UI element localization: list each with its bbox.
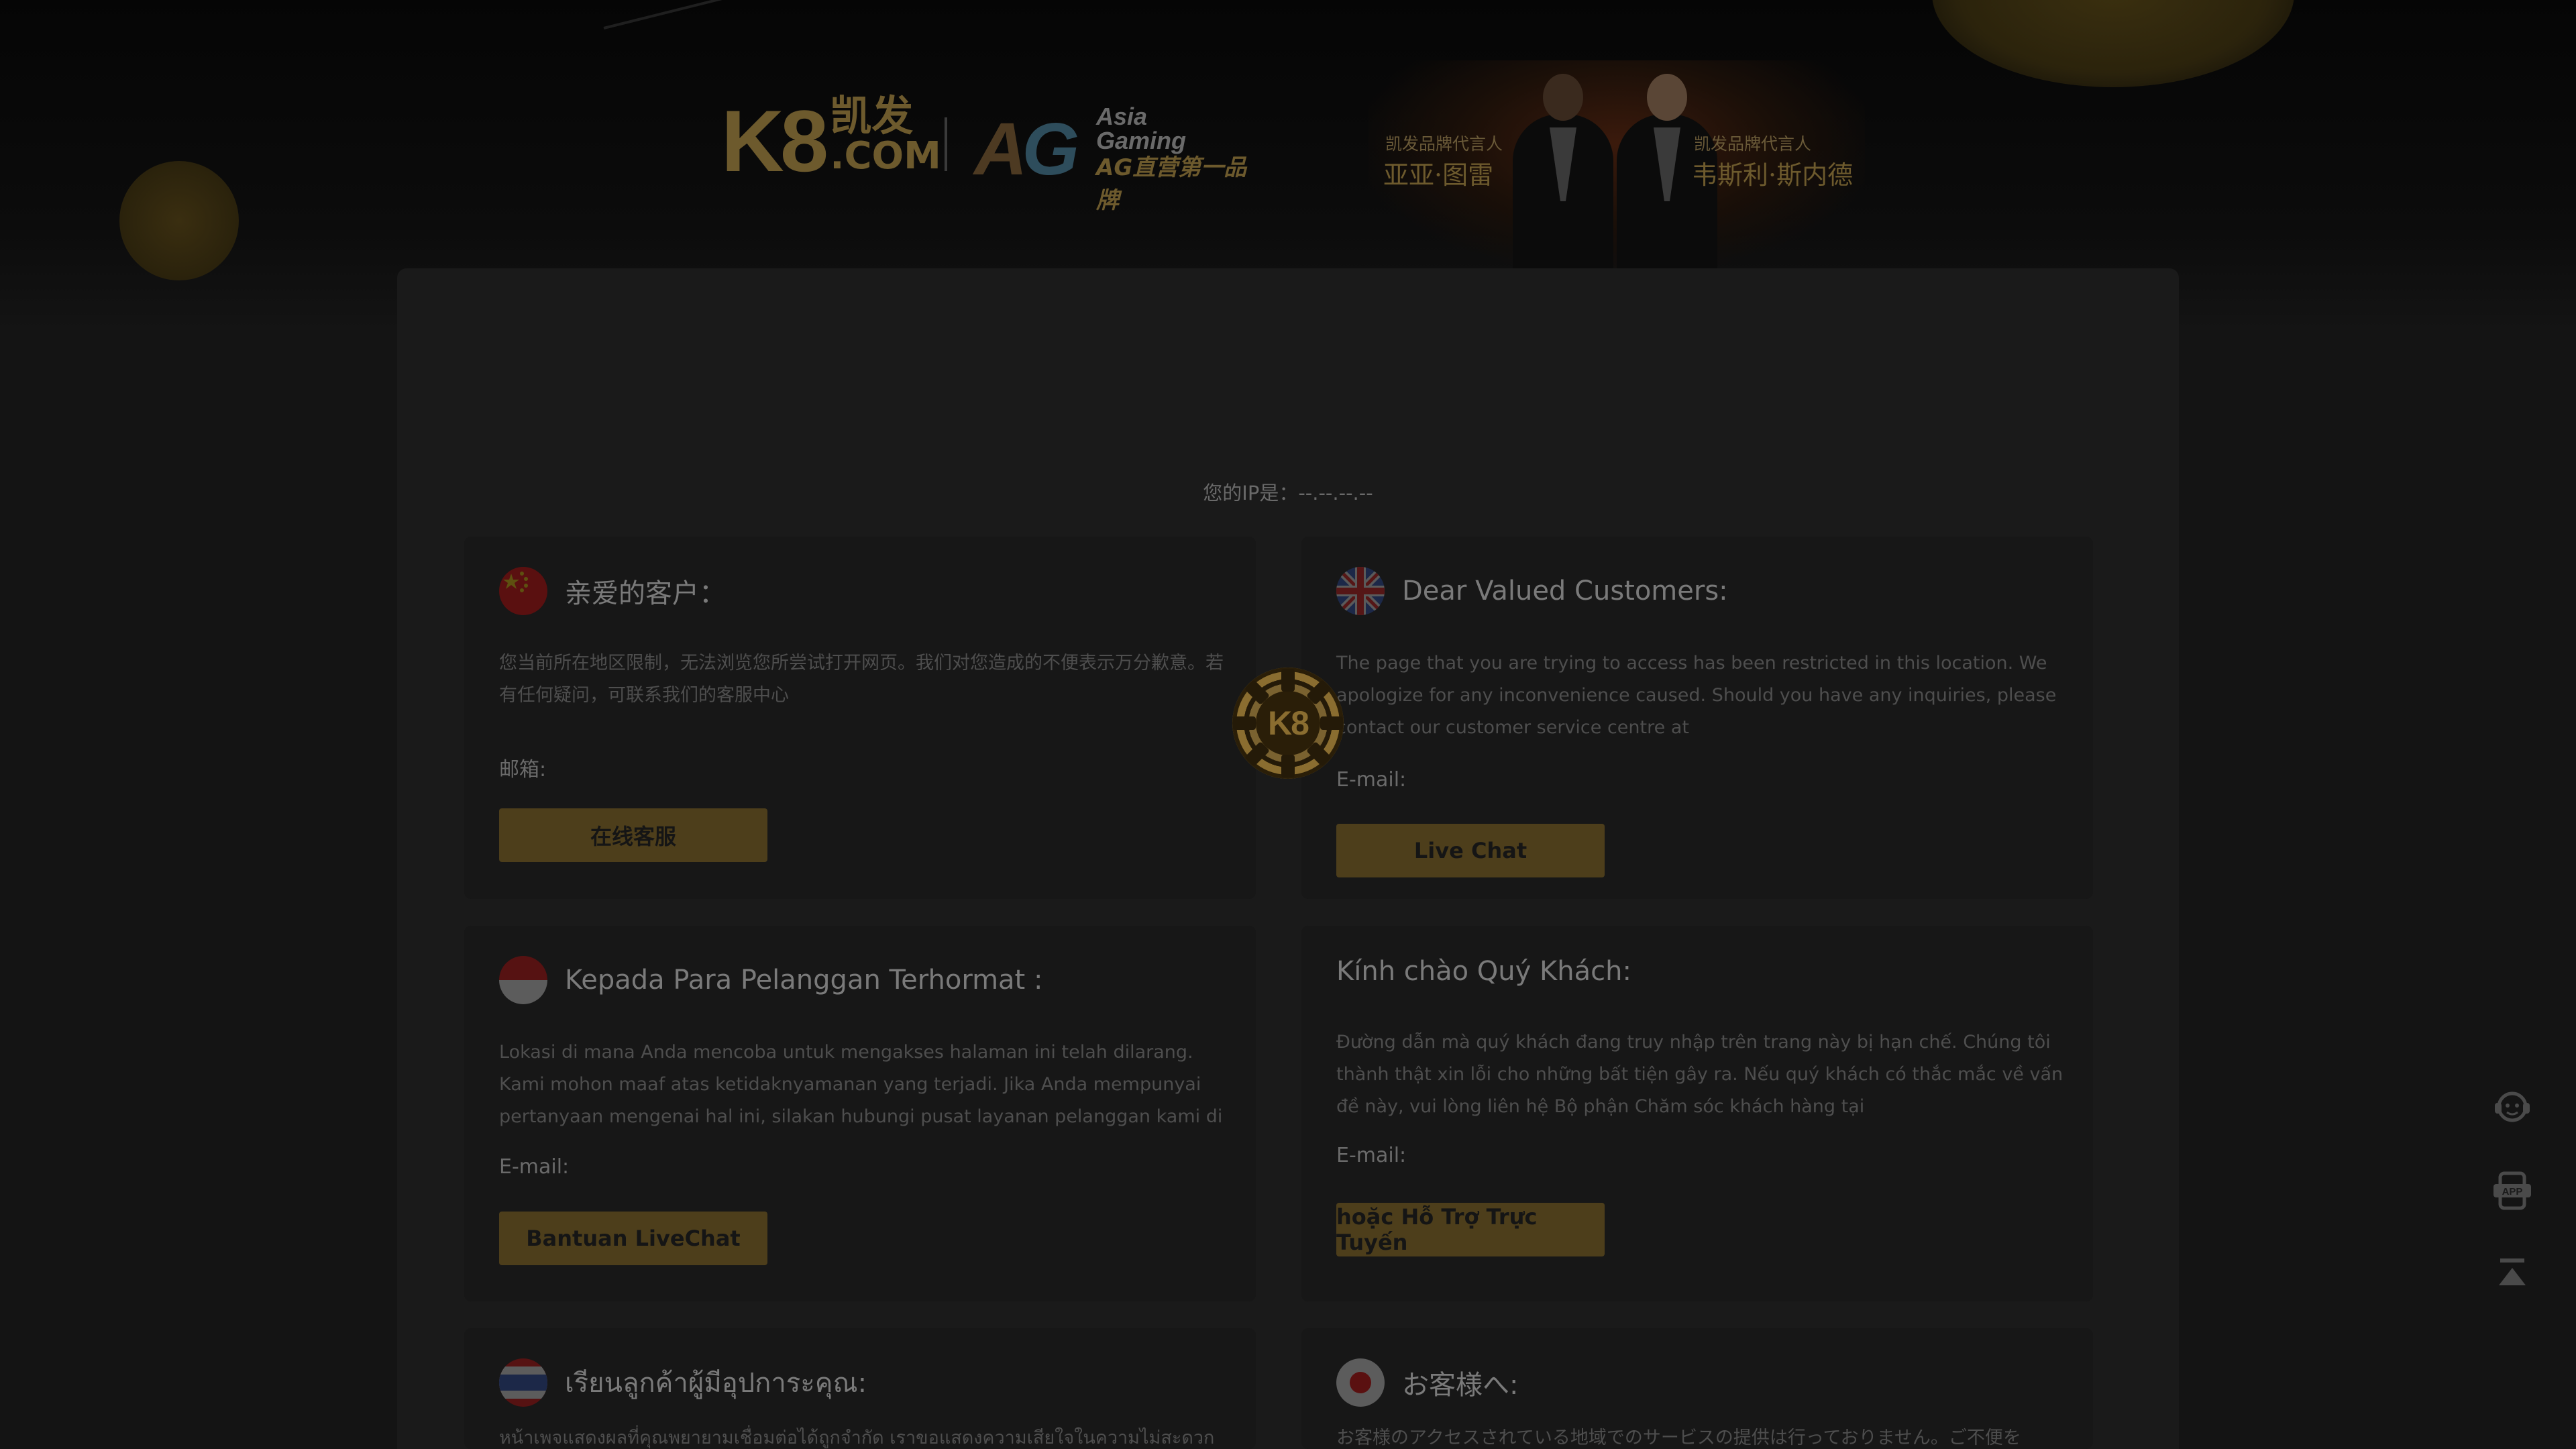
back-to-top-icon[interactable]: [2485, 1246, 2539, 1300]
email-label: E-mail:: [1336, 1144, 1407, 1167]
notice-card-indonesian: Kepada Para Pelanggan Terhormat : Lokasi…: [464, 926, 1256, 1301]
app-icon-label: APP: [2502, 1186, 2523, 1197]
ag-logo-line1: Asia: [1096, 103, 1148, 130]
japan-flag-icon: [1336, 1358, 1385, 1407]
ambassador-name: 韦斯利·斯内德: [1692, 160, 1854, 190]
card-title: Dear Valued Customers:: [1402, 576, 1728, 606]
card-body: Lokasi di mana Anda mencoba untuk mengak…: [499, 1042, 1223, 1127]
notice-card-english: Dear Valued Customers: The page that you…: [1301, 537, 2093, 899]
notice-card-chinese: 亲爱的客户： 您当前所在地区限制，无法浏览您所尝试打开网页。我们对您造成的不便表…: [464, 537, 1256, 899]
ag-logo-slogan: AG直营第一品牌: [1096, 154, 1247, 214]
card-title: お客様へ:: [1402, 1370, 1519, 1401]
decorative-circle: [1932, 0, 2294, 87]
ambassador-photo: [1513, 74, 1613, 268]
ambassador-label: 凯发品牌代言人: [1385, 134, 1503, 154]
ip-address: 您的IP是：--.--.--.--: [1203, 482, 1373, 504]
ag-logo: AG Asia Gaming AG直营第一品牌: [974, 101, 1269, 215]
email-label: E-mail:: [499, 1155, 570, 1179]
email-label: 邮箱:: [499, 758, 547, 782]
card-title: 亲爱的客户：: [565, 578, 726, 609]
ambassador-label: 凯发品牌代言人: [1694, 134, 1812, 154]
app-icon[interactable]: APP: [2485, 1164, 2539, 1218]
card-body: The page that you are trying to access h…: [1336, 653, 2057, 738]
live-chat-button[interactable]: hoặc Hỗ Trợ Trực Tuyến: [1336, 1203, 1605, 1256]
china-flag-icon: [499, 567, 547, 615]
k8-logo-mark: K8: [721, 92, 828, 190]
k8-logo-com: .COM: [830, 134, 941, 178]
support-icon[interactable]: [2485, 1080, 2539, 1134]
k8-logo-cn: 凯发: [830, 91, 914, 140]
card-body: 您当前所在地区限制，无法浏览您所尝试打开网页。我们对您造成的不便表示万分歉意。若…: [499, 653, 1224, 706]
card-title: เรียนลูกค้าผู้มีอุปการะคุณ:: [565, 1368, 867, 1399]
card-body: お客様のアクセスされている地域でのサービスの提供は行っておりません。ご不便を: [1336, 1428, 2021, 1448]
ambassador-name: 亚亚·图雷: [1383, 160, 1494, 190]
live-chat-button[interactable]: Bantuan LiveChat: [499, 1212, 767, 1265]
k8-logo[interactable]: K8 凯发 .COM: [721, 92, 941, 190]
live-chat-button[interactable]: 在线客服: [499, 808, 767, 862]
ag-logo-mark: AG: [974, 108, 1079, 191]
live-chat-button[interactable]: Live Chat: [1336, 824, 1605, 877]
card-body: หน้าเพจแสดงผลที่คุณพยายามเชื่อมต่อได้ถูก…: [499, 1428, 1215, 1448]
notice-card-vietnamese: Kính chào Quý Khách: Đường dẫn mà quý kh…: [1301, 926, 2093, 1301]
k8-loading-chip-icon: K8: [1232, 667, 1344, 779]
email-label: E-mail:: [1336, 768, 1407, 792]
indonesia-flag-icon: [499, 956, 547, 1004]
notice-card-japanese: お客様へ: お客様のアクセスされている地域でのサービスの提供は行っておりません。…: [1301, 1328, 2093, 1449]
card-title: Kepada Para Pelanggan Terhormat :: [565, 965, 1043, 996]
notice-card-thai: เรียนลูกค้าผู้มีอุปการะคุณ: หน้าเพจแสดงผ…: [464, 1328, 1256, 1449]
logo-divider: [945, 117, 947, 171]
card-title: Kính chào Quý Khách:: [1336, 956, 1631, 987]
decorative-line: [603, 0, 1320, 30]
thailand-flag-icon: [499, 1358, 547, 1407]
card-body: Đường dẫn mà quý khách đang truy nhập tr…: [1336, 1032, 2063, 1117]
brand-ambassadors: 凯发品牌代言人 亚亚·图雷 凯发品牌代言人 韦斯利·斯内德: [1368, 60, 1865, 268]
uk-flag-icon: [1336, 567, 1385, 615]
decorative-circle: [119, 161, 239, 280]
